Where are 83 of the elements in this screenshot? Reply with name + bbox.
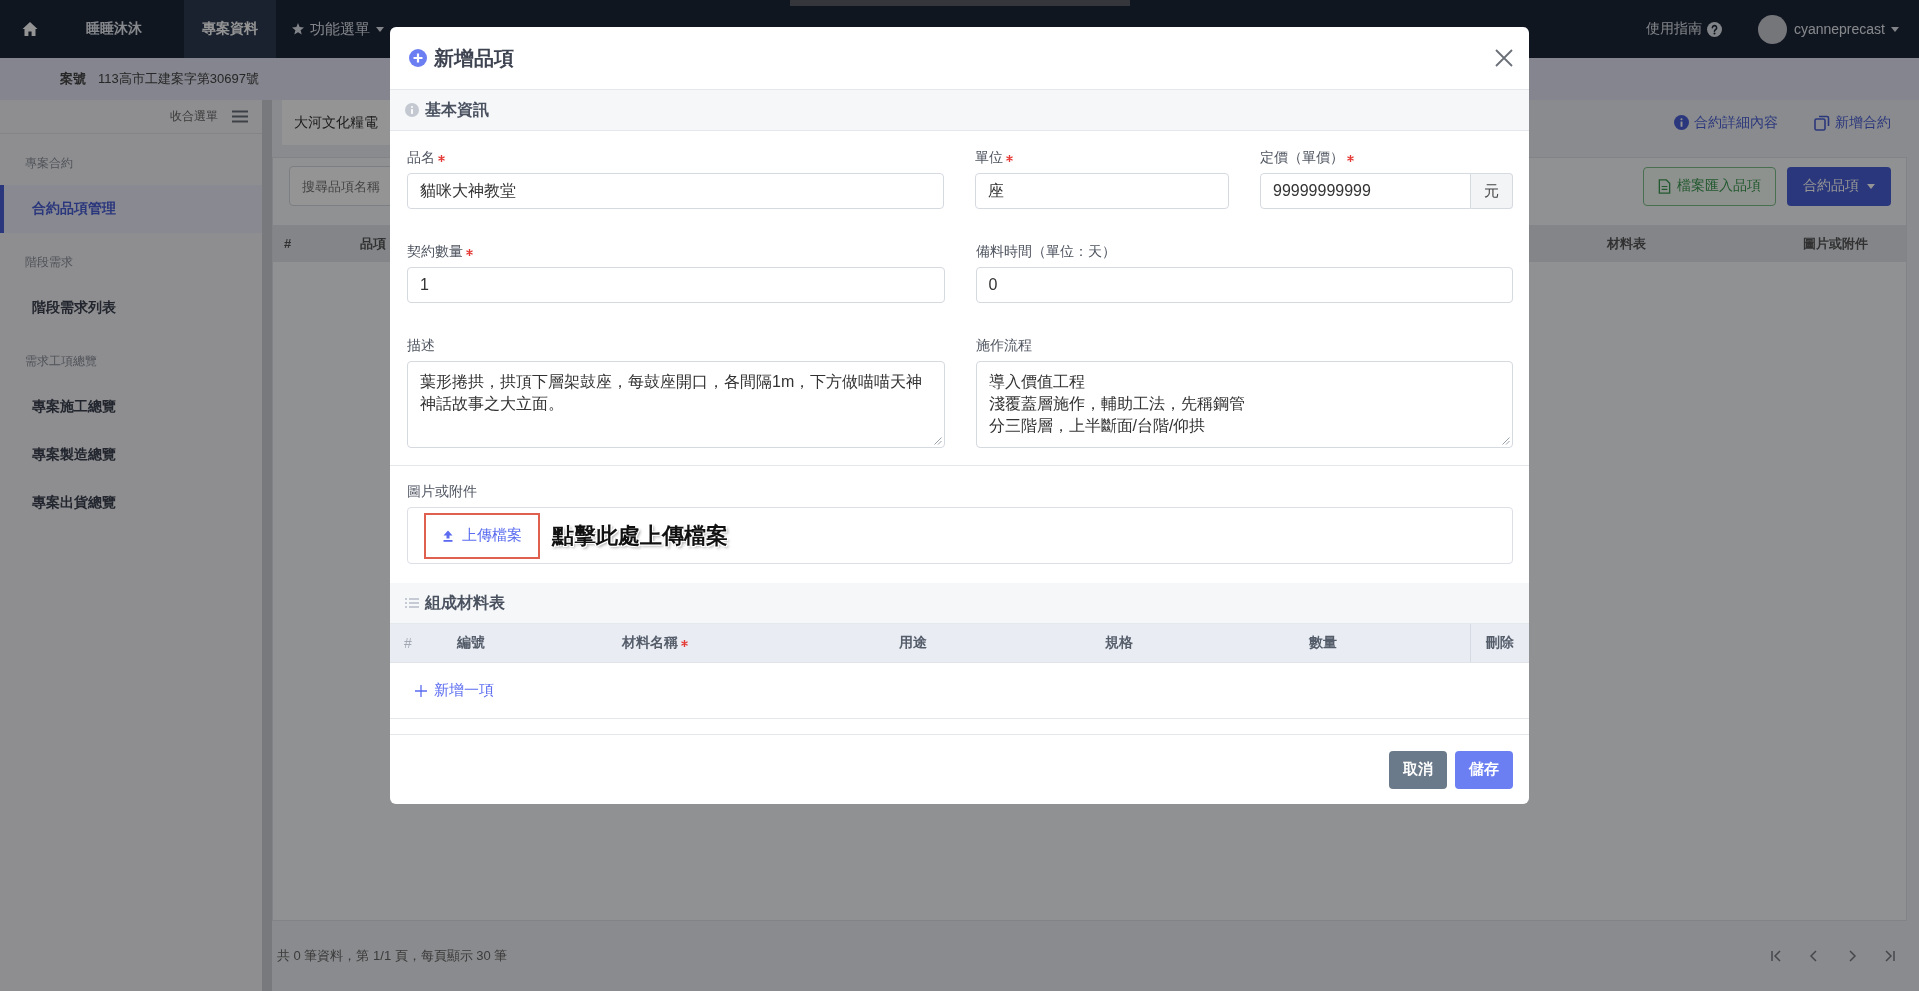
chevron-right-icon[interactable] <box>1846 950 1858 962</box>
textarea-field[interactable]: 導入價值工程 淺覆蓋層施作，輔助工法，先稱鋼管 分三階層，上半斷面/台階/仰拱 <box>975 361 1513 448</box>
field-label: 定價（單價） <box>1260 149 1344 167</box>
save-button[interactable]: 儲存 <box>1455 750 1513 789</box>
text-line: 淺覆蓋層施作，輔助工法，先稱鋼管 <box>988 394 1246 414</box>
content-tab[interactable]: 大河文化糧電 <box>282 100 390 145</box>
sidebar-item[interactable]: 專案施工總覽 <box>0 383 262 431</box>
sidebar-item[interactable]: 專案製造總覽 <box>0 431 262 479</box>
column-header: 規格 <box>1105 634 1133 652</box>
column-header: 數量 <box>1309 634 1337 652</box>
column-header: 刪除 <box>1486 634 1514 652</box>
item-menu-button[interactable]: 合約品項 <box>1787 166 1891 206</box>
column-header: 用途 <box>899 634 927 652</box>
column-header: 編號 <box>457 634 485 652</box>
home-icon[interactable] <box>22 21 38 37</box>
list-icon <box>405 597 419 609</box>
field-label: 施作流程 <box>975 337 1032 355</box>
project-switcher[interactable]: 睡睡沐沐 <box>86 20 142 38</box>
upload-area[interactable]: 上傳檔案 點擊此處上傳檔案 <box>407 507 1513 564</box>
text-line: 分三階層，上半斷面/台階/仰拱 <box>988 416 1207 436</box>
textarea-field[interactable]: 葉形捲拱，拱頂下層架鼓座，每鼓座開口，各間隔1m，下方做喵喵天神神話故事之大立面。 <box>407 361 945 448</box>
sidebar-section-title: 階段需求 <box>24 253 74 271</box>
sidebar-section-title: 專案合約 <box>24 154 74 172</box>
plus-circle-icon <box>409 49 427 67</box>
case-label: 案號 <box>60 70 86 88</box>
field-label: 描述 <box>407 337 435 355</box>
column-header: 材料表 <box>1606 234 1647 253</box>
sidebar-item[interactable]: 階段需求列表 <box>0 284 262 332</box>
user-avatar <box>1757 14 1787 44</box>
function-menu[interactable]: 功能選單 <box>292 19 384 39</box>
plus-icon <box>415 684 427 697</box>
page-action-link[interactable]: 合約詳細內容 <box>1674 113 1778 132</box>
caret-icon <box>376 26 384 32</box>
chevron-left-bar-icon[interactable] <box>1770 950 1782 962</box>
section-title: 組成材料表 <box>425 592 505 613</box>
upload-icon <box>442 529 454 542</box>
input-field[interactable]: 1 <box>407 267 945 303</box>
column-header: 品項 <box>359 234 386 253</box>
caret-icon <box>1867 183 1875 189</box>
input-field[interactable]: 0 <box>975 267 1513 303</box>
import-button[interactable]: 檔案匯入品項 <box>1643 166 1776 206</box>
sidebar-item[interactable]: 合約品項管理 <box>0 185 262 233</box>
text-line: 導入價值工程 <box>988 372 1086 392</box>
field-label: 圖片或附件 <box>407 483 478 501</box>
section-title: 基本資訊 <box>425 99 489 120</box>
input-field[interactable]: 貓咪大神教堂 <box>407 173 944 209</box>
user-menu[interactable]: cyanneprecast <box>1793 21 1899 37</box>
field-label: 品名 <box>407 149 435 167</box>
collapse-menu-button[interactable]: 收合選單 <box>170 108 248 125</box>
column-header: # <box>283 236 293 251</box>
chevron-right-bar-icon[interactable] <box>1884 950 1896 962</box>
page-action-link[interactable]: 新增合約 <box>1814 113 1891 132</box>
nav-tab[interactable]: 專案資料 <box>184 0 276 58</box>
field-label: 備料時間（單位：天） <box>975 243 1116 261</box>
add-item-link[interactable]: 新增一項 <box>415 681 494 700</box>
case-number: 113高市工建案字第30697號 <box>98 70 259 88</box>
column-header: 材料名稱 <box>622 634 678 652</box>
annotation-text: 點擊此處上傳檔案 <box>552 521 728 550</box>
copy-icon <box>1814 114 1830 131</box>
resize-grip-icon[interactable] <box>933 437 942 445</box>
close-icon[interactable] <box>1495 49 1513 67</box>
modal-title: 新增品項 <box>434 45 514 71</box>
info-icon <box>1674 115 1689 130</box>
column-header: # <box>404 635 412 651</box>
caret-icon <box>1891 26 1899 32</box>
sidebar-item[interactable]: 專案出貨總覽 <box>0 479 262 527</box>
text-line: 葉形捲拱，拱頂下層架鼓座，每鼓座開口，各間隔1m，下方做喵喵天神神話故事之大立面。 <box>420 372 924 414</box>
unit-addon: 元 <box>1471 173 1513 209</box>
file-icon <box>1658 178 1671 194</box>
input-field[interactable]: 99999999999 <box>1260 173 1471 209</box>
pagination-summary: 共 0 筆資料，第 1/1 頁，每頁顯示 30 筆 <box>277 947 508 965</box>
star-icon <box>292 23 304 35</box>
cancel-button[interactable]: 取消 <box>1389 750 1447 789</box>
input-field[interactable]: 座 <box>975 173 1229 209</box>
column-header: 圖片或附件 <box>1802 234 1869 253</box>
field-label: 契約數量 <box>407 243 463 261</box>
chevron-left-icon[interactable] <box>1808 950 1820 962</box>
resize-grip-icon[interactable] <box>1502 437 1510 445</box>
help-icon <box>1706 21 1722 37</box>
info-icon <box>405 103 419 117</box>
help-link[interactable]: 使用指南 <box>1645 20 1722 38</box>
menu-icon <box>232 110 248 123</box>
field-label: 單位 <box>975 149 1003 167</box>
